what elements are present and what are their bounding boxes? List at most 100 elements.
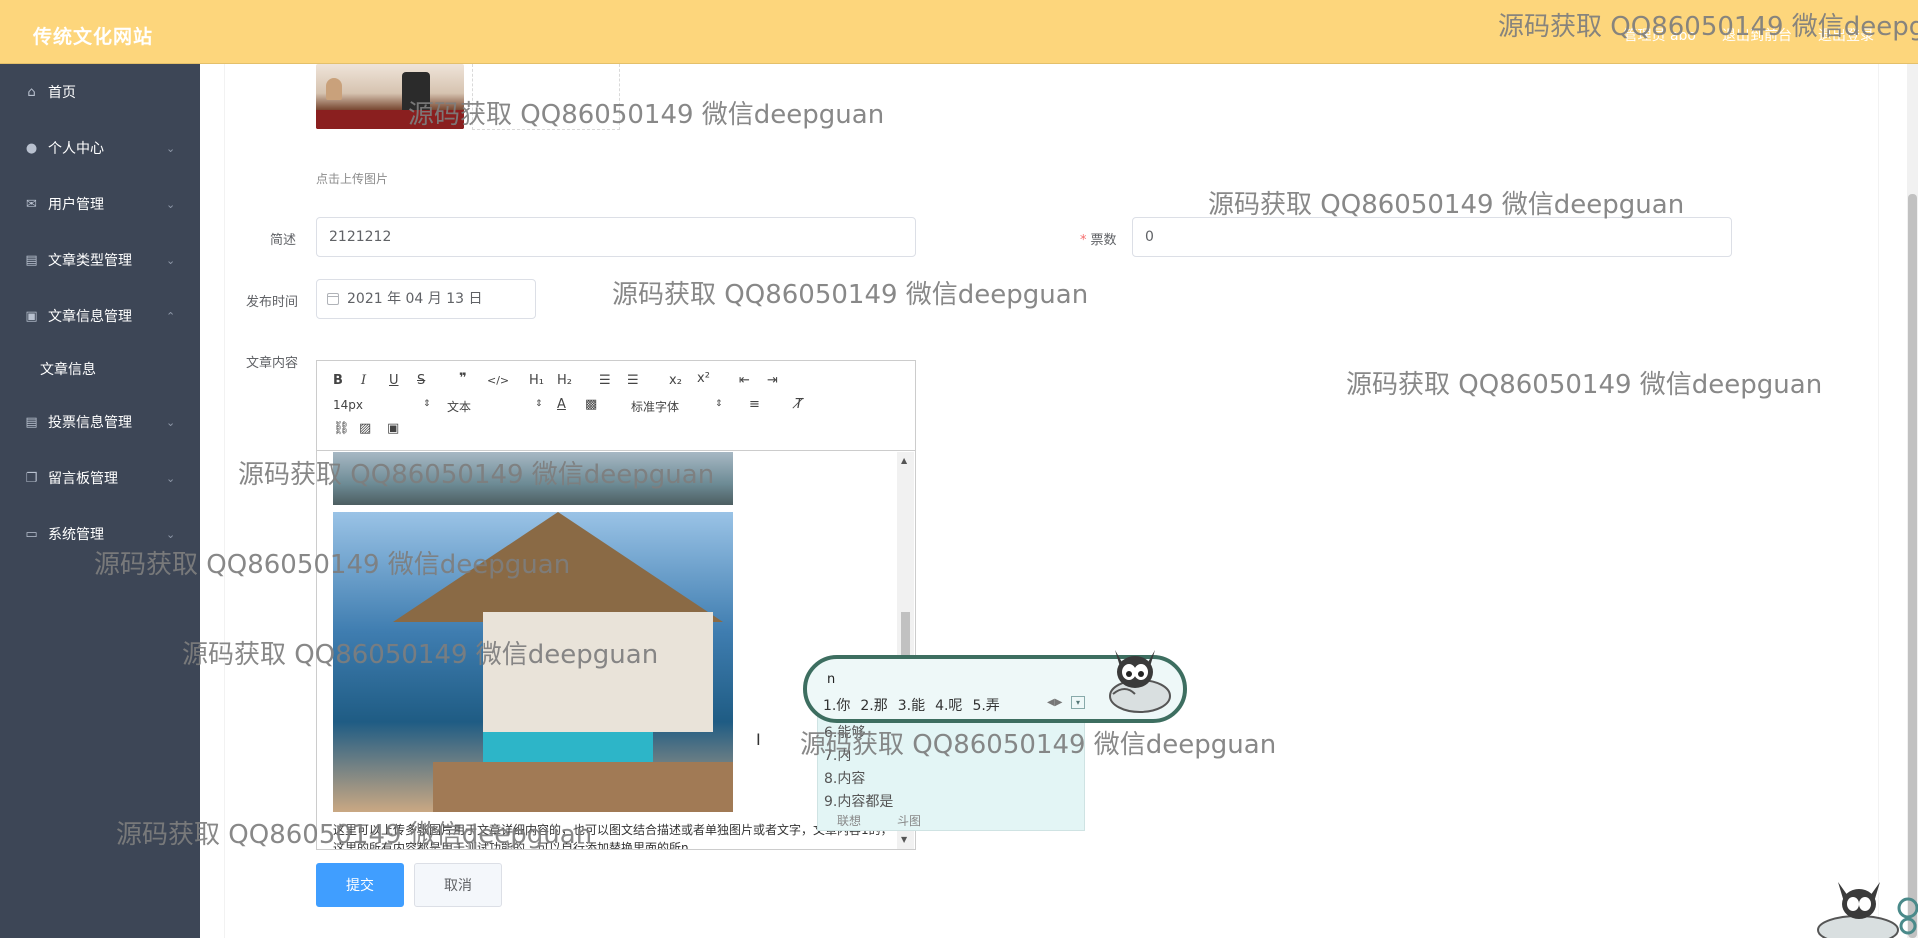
scroll-down-icon[interactable]: ▼ <box>901 835 907 844</box>
page-scrollbar[interactable] <box>1907 64 1918 938</box>
italic-icon[interactable]: I <box>361 373 366 389</box>
thumbnail-figure <box>326 78 342 100</box>
copy-icon: ❐ <box>25 470 38 486</box>
summary-input[interactable]: 2121212 <box>316 217 916 257</box>
thumbnail-chair <box>402 72 430 114</box>
chevron-down-icon: ⌄ <box>166 527 176 541</box>
sidebar: ⌂ 首页 ● 个人中心 ⌄ ✉ 用户管理 ⌄ ▤ 文章类型管理 ⌄ ▣ 文章信息… <box>0 64 200 938</box>
ime-candidate[interactable]: 5.弄 <box>972 695 999 715</box>
font-color-icon[interactable]: A <box>557 397 566 413</box>
required-asterisk: * <box>1080 233 1087 248</box>
editor-toolbar: B I U S ❞ </> H₁ H₂ ☰ ☰ x₂ x² ⇤ ⇥ 14px ⇕… <box>317 361 915 451</box>
site-title: 传统文化网站 <box>33 26 154 48</box>
admin-user-link[interactable]: 管理员 abo <box>1624 25 1696 45</box>
home-icon: ⌂ <box>27 84 36 100</box>
sidebar-item-system[interactable]: ▭ 系统管理 ⌄ <box>0 514 200 554</box>
video-icon[interactable]: ▣ <box>387 421 399 437</box>
underline-icon[interactable]: U <box>389 373 399 389</box>
content-label: 文章内容 <box>246 356 299 371</box>
paragraph-select[interactable]: 文本 ⇕ <box>447 398 543 416</box>
logout-link[interactable]: 退出登录 <box>1818 25 1874 45</box>
scroll-up-icon[interactable]: ▲ <box>901 456 907 465</box>
ime-candidate[interactable]: 7.内 <box>824 745 851 765</box>
publish-date-picker[interactable]: 2021 年 04 月 13 日 <box>316 279 536 319</box>
align-icon[interactable]: ≡ <box>749 397 760 413</box>
sidebar-item-home[interactable]: ⌂ 首页 <box>0 72 200 112</box>
publish-date-value: 2021 年 04 月 13 日 <box>347 291 483 307</box>
header-links: 管理员 abo 退出到前台 退出登录 <box>1624 25 1874 45</box>
sidebar-item-profile[interactable]: ● 个人中心 ⌄ <box>0 128 200 168</box>
clear-format-icon[interactable]: T̸ <box>795 397 803 413</box>
ime-candidate[interactable]: 6.能够 <box>824 722 865 742</box>
ime-candidate[interactable]: 4.呢 <box>935 695 962 715</box>
upload-hint[interactable]: 点击上传图片 <box>316 170 388 187</box>
chevron-down-icon: ⌄ <box>166 197 176 211</box>
top-header: 传统文化网站 管理员 abo 退出到前台 退出登录 <box>0 0 1918 64</box>
font-size-select[interactable]: 14px ⇕ <box>333 398 431 416</box>
clipboard-icon: ▤ <box>25 252 38 268</box>
sidebar-item-label: 文章类型管理 <box>48 253 132 269</box>
ime-candidate[interactable]: 1.你 <box>823 695 850 715</box>
strikethrough-icon[interactable]: S <box>417 373 425 389</box>
briefcase-icon: ▣ <box>25 308 38 324</box>
sidebar-item-label: 用户管理 <box>48 197 104 213</box>
sidebar-item-article-types[interactable]: ▤ 文章类型管理 ⌄ <box>0 240 200 280</box>
resort-deck <box>433 762 733 812</box>
upload-slot[interactable] <box>472 64 620 130</box>
resort-roof <box>393 512 723 622</box>
calendar-icon <box>327 293 339 305</box>
ime-candidate[interactable]: 8.内容 <box>824 768 865 788</box>
code-block-icon[interactable]: </> <box>487 373 509 389</box>
monitor-icon: ▭ <box>25 526 38 542</box>
outdent-icon[interactable]: ⇤ <box>739 373 750 389</box>
ime-typed-text: n <box>827 672 836 687</box>
font-family-select[interactable]: 标准字体 ⇕ <box>631 398 723 416</box>
ime-tab-association[interactable]: 联想 <box>837 812 861 829</box>
submit-button[interactable]: 提交 <box>316 863 404 907</box>
ime-candidate[interactable]: 2.那 <box>860 695 887 715</box>
thumbnail-desk <box>316 110 464 129</box>
bullet-list-icon[interactable]: ☰ <box>627 373 639 389</box>
link-icon[interactable]: ⛓ <box>333 421 350 437</box>
sidebar-subitem-article-info[interactable]: 文章信息 <box>0 348 200 388</box>
sidebar-item-users[interactable]: ✉ 用户管理 ⌄ <box>0 184 200 224</box>
background-color-icon[interactable]: ▩ <box>585 397 597 413</box>
blockquote-icon[interactable]: ❞ <box>459 371 467 387</box>
ime-tab-stickers[interactable]: 斗图 <box>897 812 921 829</box>
select-caret-icon: ⇕ <box>535 399 543 409</box>
sidebar-item-votes[interactable]: ▤ 投票信息管理 ⌄ <box>0 402 200 442</box>
chevron-down-icon: ⌄ <box>166 141 176 155</box>
publish-time-label: 发布时间 <box>246 295 299 310</box>
sidebar-item-messages[interactable]: ❐ 留言板管理 ⌄ <box>0 458 200 498</box>
cancel-button[interactable]: 取消 <box>414 863 502 907</box>
font-size-value: 14px <box>333 398 363 412</box>
sidebar-item-label: 个人中心 <box>48 141 104 157</box>
image-icon[interactable]: ▨ <box>359 421 371 437</box>
ordered-list-icon[interactable]: ☰ <box>599 373 611 389</box>
indent-icon[interactable]: ⇥ <box>767 373 778 389</box>
sidebar-item-label: 文章信息管理 <box>48 309 132 325</box>
ime-candidates: 1.你 2.那 3.能 4.呢 5.弄 <box>823 695 1000 715</box>
bold-icon[interactable]: B <box>333 373 343 389</box>
ime-menu-icon[interactable]: ▾ <box>1071 696 1085 709</box>
sidebar-item-label: 投票信息管理 <box>48 415 132 431</box>
ime-page-arrows-icon[interactable]: ◀▶ <box>1047 697 1062 708</box>
sidebar-item-label: 留言板管理 <box>48 471 118 487</box>
subscript-icon[interactable]: x₂ <box>669 373 682 389</box>
back-to-front-link[interactable]: 退出到前台 <box>1722 25 1792 45</box>
resort-house <box>483 612 713 732</box>
heading2-icon[interactable]: H₂ <box>557 373 572 389</box>
sidebar-item-articles[interactable]: ▣ 文章信息管理 ⌃ <box>0 296 200 336</box>
paragraph-value: 文本 <box>447 400 472 414</box>
select-caret-icon: ⇕ <box>423 399 431 409</box>
uploaded-image-thumbnail[interactable] <box>316 64 464 129</box>
heading1-icon[interactable]: H₁ <box>529 373 544 389</box>
votes-label: * 票数 <box>1080 229 1117 248</box>
sidebar-item-label: 系统管理 <box>48 527 104 543</box>
superscript-icon[interactable]: x² <box>697 371 710 387</box>
editor-text[interactable]: 这里可以上传多张图片用于文章详细内容的，也可以图文结合描述或者单独图片或者文字，… <box>333 821 893 849</box>
page-scrollbar-thumb[interactable] <box>1908 194 1917 938</box>
votes-input[interactable]: 0 <box>1132 217 1732 257</box>
ime-candidate[interactable]: 3.能 <box>898 695 925 715</box>
editor-scrollbar-thumb[interactable] <box>901 612 910 660</box>
